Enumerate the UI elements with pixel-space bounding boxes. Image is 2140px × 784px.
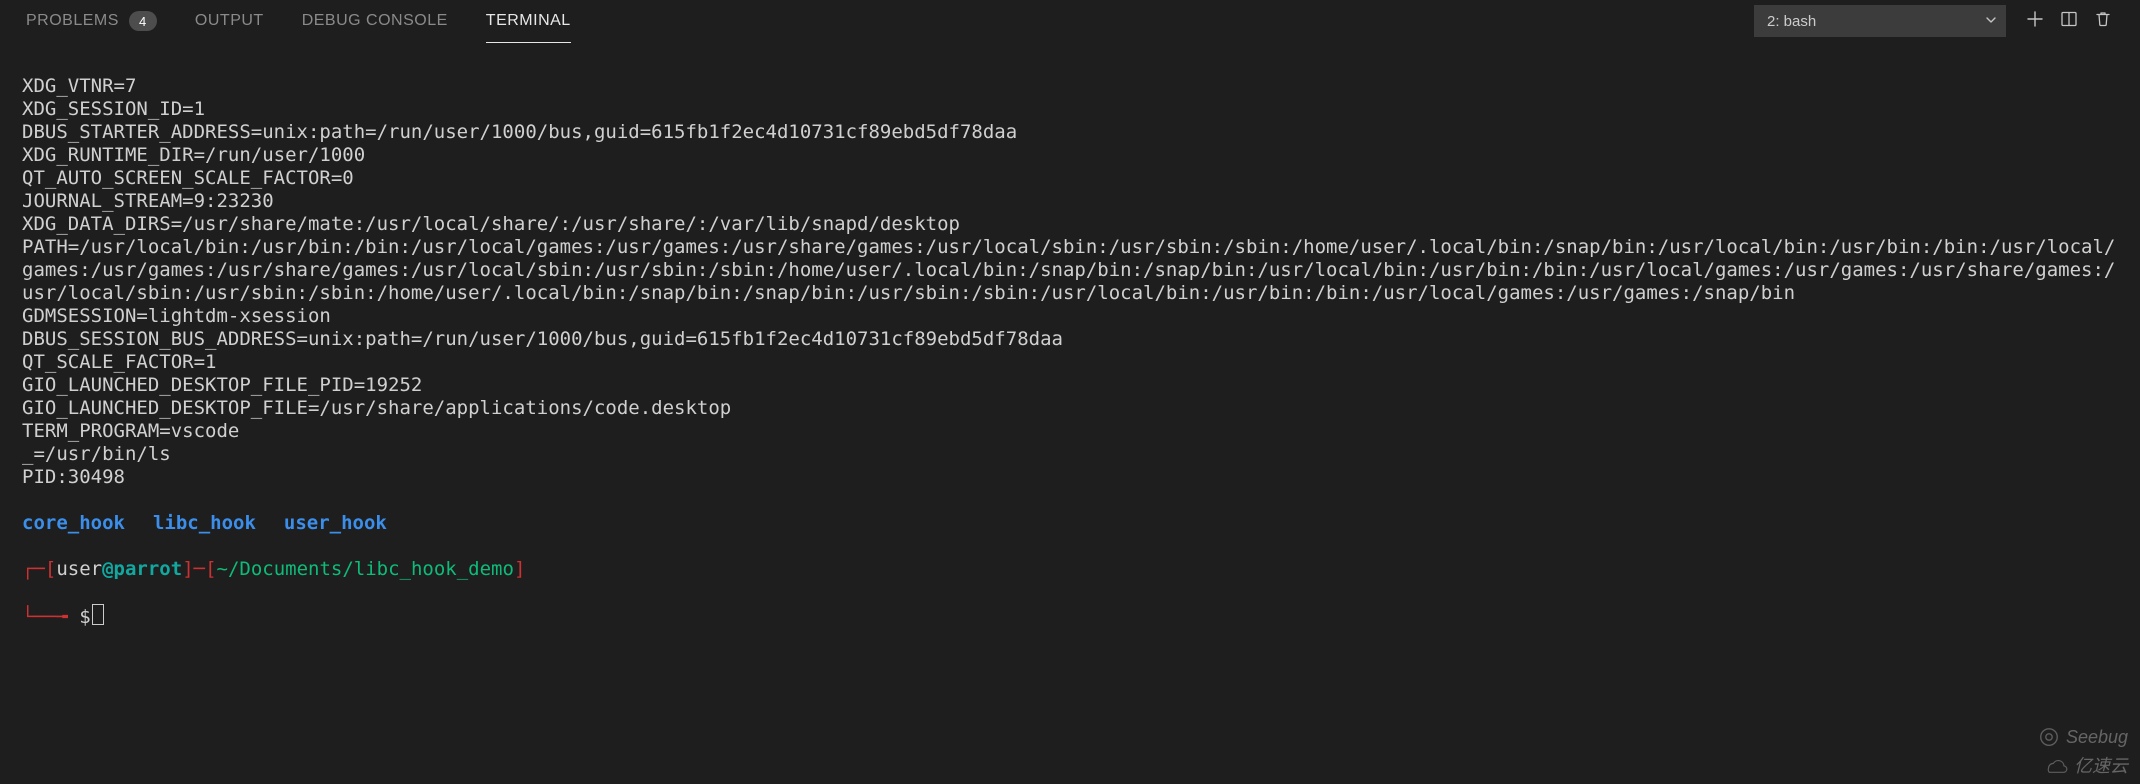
- env-line: XDG_RUNTIME_DIR=/run/user/1000: [22, 144, 2118, 167]
- env-line: DBUS_STARTER_ADDRESS=unix:path=/run/user…: [22, 121, 2118, 144]
- tab-output[interactable]: OUTPUT: [195, 0, 264, 42]
- watermark-seebug: Seebug: [2038, 726, 2128, 748]
- env-line: TERM_PROGRAM=vscode: [22, 420, 2118, 443]
- prompt-line-2[interactable]: └──╼ $: [22, 604, 2118, 629]
- env-line: JOURNAL_STREAM=9:23230: [22, 190, 2118, 213]
- env-line: QT_AUTO_SCREEN_SCALE_FACTOR=0: [22, 167, 2118, 190]
- chevron-down-icon: [1985, 13, 1997, 29]
- env-line: PATH=/usr/local/bin:/usr/bin:/bin:/usr/l…: [22, 236, 2118, 305]
- env-line: XDG_DATA_DIRS=/usr/share/mate:/usr/local…: [22, 213, 2118, 236]
- env-line: QT_SCALE_FACTOR=1: [22, 351, 2118, 374]
- tab-problems[interactable]: PROBLEMS 4: [26, 0, 157, 42]
- tab-debug-console-label: DEBUG CONSOLE: [302, 12, 448, 30]
- env-line: GIO_LAUNCHED_DESKTOP_FILE_PID=19252: [22, 374, 2118, 397]
- split-panel-icon: [2060, 10, 2078, 33]
- terminal-selector-label: 2: bash: [1767, 13, 1816, 30]
- tab-terminal[interactable]: TERMINAL: [486, 0, 571, 43]
- watermarks: Seebug 亿速云: [2038, 726, 2128, 778]
- terminal-selector[interactable]: 2: bash: [1754, 5, 2006, 37]
- env-line: DBUS_SESSION_BUS_ADDRESS=unix:path=/run/…: [22, 328, 2118, 351]
- terminal-output[interactable]: XDG_VTNR=7XDG_SESSION_ID=1DBUS_STARTER_A…: [0, 42, 2140, 652]
- trash-icon: [2094, 10, 2112, 33]
- tab-terminal-label: TERMINAL: [486, 12, 571, 30]
- split-terminal-button[interactable]: [2052, 4, 2086, 38]
- watermark-yisu: 亿速云: [2042, 752, 2128, 778]
- ls-output: core_hook libc_hook user_hook: [22, 512, 2118, 535]
- tab-problems-label: PROBLEMS: [26, 12, 119, 30]
- env-line: GIO_LAUNCHED_DESKTOP_FILE=/usr/share/app…: [22, 397, 2118, 420]
- env-output-block: XDG_VTNR=7XDG_SESSION_ID=1DBUS_STARTER_A…: [22, 75, 2118, 489]
- env-line: PID:30498: [22, 466, 2118, 489]
- env-line: XDG_SESSION_ID=1: [22, 98, 2118, 121]
- env-line: GDMSESSION=lightdm-xsession: [22, 305, 2118, 328]
- directory-entry: libc_hook: [153, 512, 256, 534]
- env-line: _=/usr/bin/ls: [22, 443, 2118, 466]
- directory-entry: core_hook: [22, 512, 125, 534]
- plus-icon: [2026, 10, 2044, 33]
- new-terminal-button[interactable]: [2018, 4, 2052, 38]
- kill-terminal-button[interactable]: [2086, 4, 2120, 38]
- tab-debug-console[interactable]: DEBUG CONSOLE: [302, 0, 448, 42]
- prompt-line-1: ┌─[user@parrot]─[~/Documents/libc_hook_d…: [22, 558, 2118, 581]
- env-line: XDG_VTNR=7: [22, 75, 2118, 98]
- panel-tab-bar: PROBLEMS 4 OUTPUT DEBUG CONSOLE TERMINAL…: [0, 0, 2140, 42]
- problems-count-badge: 4: [129, 11, 157, 31]
- directory-entry: user_hook: [284, 512, 387, 534]
- tab-output-label: OUTPUT: [195, 12, 264, 30]
- terminal-cursor: [92, 604, 104, 625]
